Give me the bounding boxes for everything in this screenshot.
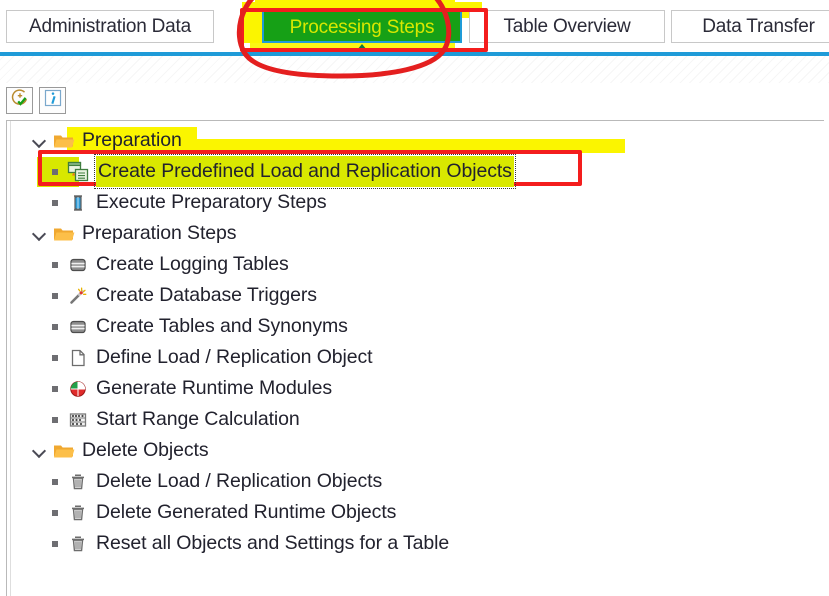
- database-icon: [65, 315, 91, 339]
- chevron-down-icon[interactable]: [31, 442, 49, 460]
- tree-item-delete-generated-runtime-objects[interactable]: Delete Generated Runtime Objects: [7, 497, 824, 528]
- tab-data-transfer[interactable]: Data Transfer: [671, 10, 829, 43]
- tab-label: Table Overview: [503, 16, 631, 37]
- magic-wand-icon: [65, 284, 91, 308]
- tree-item-generate-runtime-modules[interactable]: Generate Runtime Modules: [7, 373, 824, 404]
- create-objects-icon: [65, 160, 91, 184]
- chevron-down-icon[interactable]: [31, 225, 49, 243]
- tree-label: Execute Preparatory Steps: [96, 191, 327, 213]
- tree-label: Reset all Objects and Settings for a Tab…: [96, 532, 450, 554]
- tree-item-create-predefined-load-and-replication-objects[interactable]: Create Predefined Load and Replication O…: [7, 154, 824, 189]
- trash-icon: [65, 532, 91, 556]
- tree-label: Create Logging Tables: [96, 253, 289, 275]
- toolbar: [6, 85, 66, 115]
- tree-item-create-database-triggers[interactable]: Create Database Triggers: [7, 280, 824, 311]
- tree-group-preparation-steps[interactable]: Preparation Steps: [7, 218, 824, 249]
- tree-item-define-load-replication-object[interactable]: Define Load / Replication Object: [7, 342, 824, 373]
- tree-label: Delete Load / Replication Objects: [96, 470, 383, 492]
- tree-label: Define Load / Replication Object: [96, 346, 373, 368]
- folder-open-icon: [51, 129, 77, 153]
- database-icon: [65, 253, 91, 277]
- tab-label: Data Transfer: [702, 16, 815, 37]
- tree-item-start-range-calculation[interactable]: Start Range Calculation: [7, 404, 824, 435]
- tab-table-overview[interactable]: Table Overview: [469, 10, 665, 43]
- tree-label: Generate Runtime Modules: [96, 377, 333, 399]
- tree-label: Create Predefined Load and Replication O…: [94, 154, 516, 189]
- tab-administration-data[interactable]: Administration Data: [6, 10, 214, 43]
- chevron-down-icon[interactable]: [31, 132, 49, 150]
- folder-open-icon: [51, 439, 77, 463]
- tree-item-execute-preparatory-steps[interactable]: Execute Preparatory Steps: [7, 187, 824, 218]
- pie-chart-icon: [65, 377, 91, 401]
- tree-label: Delete Generated Runtime Objects: [96, 501, 397, 523]
- execute-icon: [65, 191, 91, 215]
- tab-processing-steps[interactable]: Processing Steps: [262, 10, 462, 43]
- tree-label: Start Range Calculation: [96, 408, 300, 430]
- clock-check-icon: [10, 88, 30, 113]
- folder-open-icon: [51, 222, 77, 246]
- processing-steps-tree[interactable]: Preparation Create Predefined Load and R…: [6, 120, 824, 596]
- tree-item-create-tables-and-synonyms[interactable]: Create Tables and Synonyms: [7, 311, 824, 342]
- tree-label: Create Database Triggers: [96, 284, 317, 306]
- tree-label: Preparation: [82, 129, 182, 151]
- info-button[interactable]: [39, 86, 66, 114]
- tree-label: Create Tables and Synonyms: [96, 315, 348, 337]
- document-icon: [65, 346, 91, 370]
- tab-label: Processing Steps: [289, 17, 435, 38]
- tree-label: Delete Objects: [82, 439, 209, 461]
- execute-button[interactable]: [6, 86, 33, 114]
- trash-icon: [65, 501, 91, 525]
- tree-item-reset-all-objects-and-settings-for-a-table[interactable]: Reset all Objects and Settings for a Tab…: [7, 528, 824, 559]
- info-icon: [43, 88, 63, 113]
- hatched-background-band: [0, 56, 829, 83]
- tab-strip: Administration Data Processing Steps Tab…: [0, 0, 829, 52]
- highlighter-mark-tab-bottom: [250, 42, 455, 49]
- active-tab-marker: [357, 44, 367, 50]
- tree-item-create-logging-tables[interactable]: Create Logging Tables: [7, 249, 824, 280]
- tree-group-delete-objects[interactable]: Delete Objects: [7, 435, 824, 466]
- tree-body: Preparation Create Predefined Load and R…: [7, 125, 824, 559]
- tree-label: Preparation Steps: [82, 222, 237, 244]
- trash-icon: [65, 470, 91, 494]
- tab-label: Administration Data: [29, 16, 191, 37]
- tree-group-preparation[interactable]: Preparation: [7, 125, 824, 156]
- abacus-icon: [65, 408, 91, 432]
- highlighter-mark-tabs-2: [255, 0, 455, 8]
- tree-item-delete-load-replication-objects[interactable]: Delete Load / Replication Objects: [7, 466, 824, 497]
